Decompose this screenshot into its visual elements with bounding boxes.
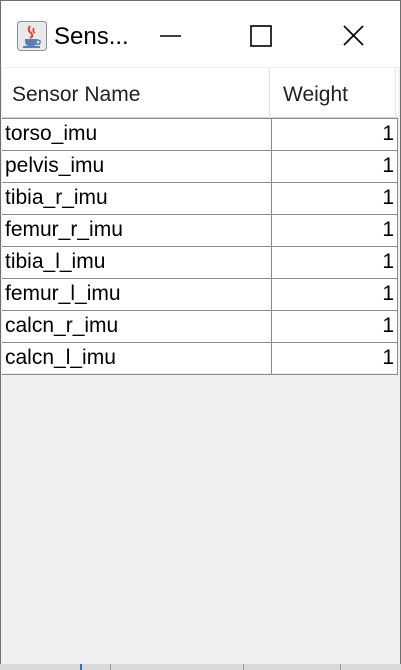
taskbar-edge-divider [340,664,341,670]
table-row[interactable]: femur_r_imu 1 [2,215,398,247]
column-header-sensor-name[interactable]: Sensor Name [2,68,270,118]
table-row[interactable]: calcn_r_imu 1 [2,311,398,343]
sensor-table[interactable]: Sensor Name Weight torso_imu 1 pelvis_im… [2,68,398,375]
weight-cell[interactable]: 1 [272,279,398,310]
window-title: Sens... [54,23,129,50]
title-bar[interactable]: Sens... [1,1,400,67]
weight-cell[interactable]: 1 [272,183,398,214]
java-cup-icon[interactable] [17,21,47,51]
maximize-button[interactable] [215,1,307,67]
sensor-name-cell[interactable]: pelvis_imu [2,151,272,182]
sensor-name-cell[interactable]: tibia_l_imu [2,247,272,278]
weight-cell[interactable]: 1 [272,119,398,150]
weight-cell[interactable]: 1 [272,311,398,342]
close-button[interactable] [307,1,400,67]
weight-cell[interactable]: 1 [272,215,398,246]
sensor-name-cell[interactable]: tibia_r_imu [2,183,272,214]
table-header: Sensor Name Weight [2,68,398,118]
taskbar-edge-divider [110,664,111,670]
table-body: torso_imu 1 pelvis_imu 1 tibia_r_imu 1 f… [2,118,398,375]
minimize-button[interactable] [123,1,215,67]
table-row[interactable]: torso_imu 1 [2,118,398,151]
weight-cell[interactable]: 1 [272,151,398,182]
weight-cell[interactable]: 1 [272,247,398,278]
column-header-weight[interactable]: Weight [270,68,396,118]
sensor-weights-window: Sens... Sensor Name Weight torso_imu 1 p… [0,0,401,670]
sensor-name-cell[interactable]: femur_r_imu [2,215,272,246]
taskbar-edge-divider [243,664,244,670]
sensor-name-cell[interactable]: femur_l_imu [2,279,272,310]
table-row[interactable]: pelvis_imu 1 [2,151,398,183]
table-row[interactable]: tibia_r_imu 1 [2,183,398,215]
sensor-name-cell[interactable]: calcn_r_imu [2,311,272,342]
table-row[interactable]: femur_l_imu 1 [2,279,398,311]
weight-cell[interactable]: 1 [272,343,398,374]
maximize-icon [250,25,272,47]
table-row[interactable]: calcn_l_imu 1 [2,343,398,375]
minimize-icon [160,35,181,37]
close-icon [343,25,364,46]
sensor-name-cell[interactable]: torso_imu [2,119,272,150]
sensor-name-cell[interactable]: calcn_l_imu [2,343,272,374]
table-row[interactable]: tibia_l_imu 1 [2,247,398,279]
taskbar-edge-accent [80,664,82,670]
